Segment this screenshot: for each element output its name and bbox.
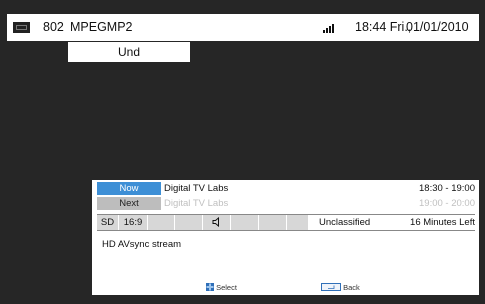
info-banner: Now Digital TV Labs 18:30 - 19:00 Next D… — [92, 180, 479, 295]
empty-badge — [148, 215, 175, 230]
next-title: Digital TV Labs — [164, 198, 229, 209]
next-time: 19:00 - 20:00 — [419, 198, 475, 209]
service-info-bar: SD 16:9 Unclassified 16 Minutes Left — [97, 214, 475, 231]
channel-number: 802 — [43, 20, 64, 34]
select-label: Select — [216, 283, 237, 292]
back-label: Back — [343, 283, 360, 292]
back-hint[interactable]: Back — [321, 283, 360, 293]
next-label: Next — [97, 197, 161, 210]
clock-date: 01/01/2010 — [406, 20, 469, 34]
rating-text: Unclassified — [319, 217, 371, 228]
audio-icon — [203, 215, 231, 230]
clock-time: 18:44 Fri., — [355, 20, 412, 34]
empty-badge — [259, 215, 287, 230]
service-name: MPEGMP2 — [70, 20, 133, 34]
definition-badge: SD — [97, 215, 119, 230]
next-row[interactable]: Next Digital TV Labs 19:00 - 20:00 — [97, 197, 475, 210]
back-icon — [321, 283, 341, 293]
aspect-badge: 16:9 — [119, 215, 148, 230]
select-hint[interactable]: Select — [206, 283, 237, 293]
remaining-time: 16 Minutes Left — [410, 217, 475, 228]
now-row[interactable]: Now Digital TV Labs 18:30 - 19:00 — [97, 182, 475, 195]
empty-badge — [231, 215, 259, 230]
now-label: Now — [97, 182, 161, 195]
tv-icon — [13, 22, 30, 33]
top-status-bar: 802 MPEGMP2 18:44 Fri., 01/01/2010 — [7, 14, 479, 41]
program-description: HD AVsync stream — [102, 239, 182, 250]
now-title: Digital TV Labs — [164, 183, 229, 194]
now-time: 18:30 - 19:00 — [419, 183, 475, 194]
select-icon — [206, 283, 214, 293]
empty-badge — [287, 215, 309, 230]
signal-icon — [323, 24, 335, 33]
audio-language-tab[interactable]: Und — [68, 42, 190, 62]
empty-badge — [175, 215, 203, 230]
